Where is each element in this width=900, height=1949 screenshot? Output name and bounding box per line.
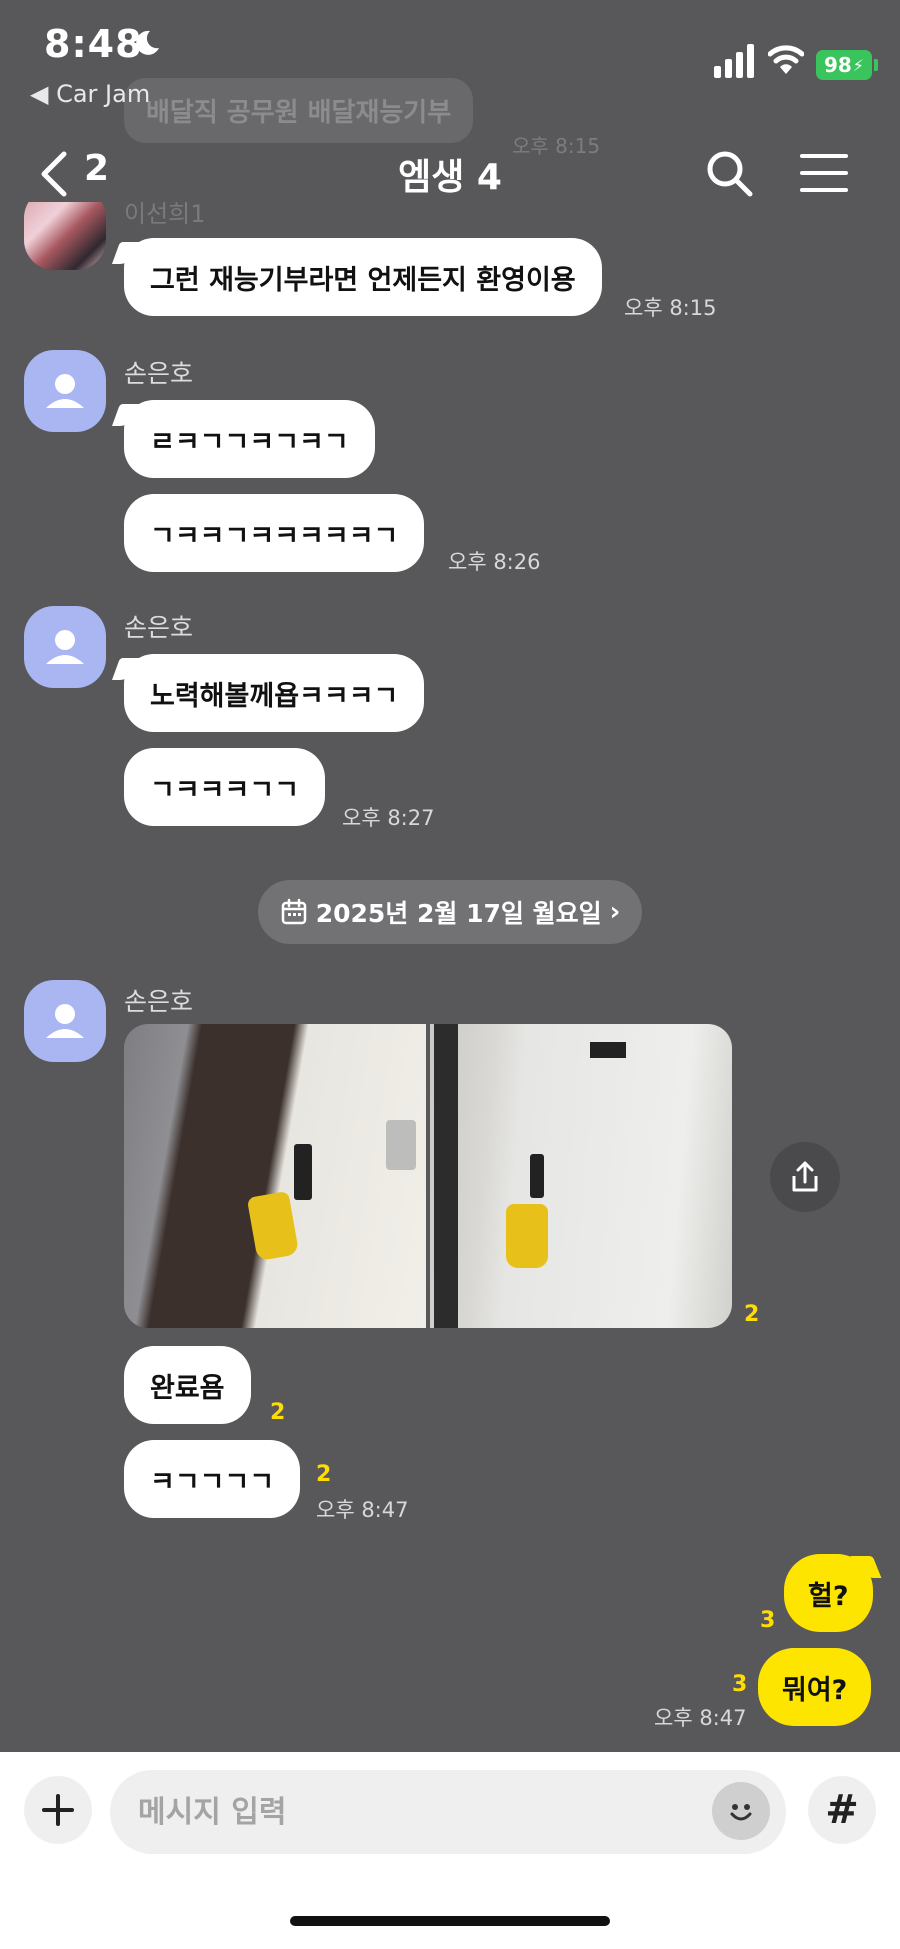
yellow-bag-shape — [506, 1204, 548, 1268]
share-button[interactable] — [770, 1142, 840, 1212]
battery-level: 98 — [823, 53, 852, 77]
date-divider[interactable]: 2025년 2월 17일 월요일 › — [258, 880, 642, 944]
message-bubble[interactable]: 노력해볼께욥ㅋㅋㅋㄱ — [124, 654, 425, 732]
sender-name: 손은호 — [124, 359, 194, 388]
moon-icon — [136, 30, 159, 55]
menu-icon[interactable] — [798, 152, 850, 194]
calendar-icon — [281, 898, 306, 925]
plus-icon — [42, 1794, 74, 1826]
signal-icon — [714, 44, 754, 78]
back-to-app-link[interactable]: ◀ Car Jam — [30, 80, 150, 108]
emoji-button[interactable] — [712, 1782, 770, 1840]
default-profile-icon — [46, 1004, 84, 1038]
emoji-icon — [730, 1804, 752, 1821]
search-icon[interactable] — [704, 148, 754, 198]
avatar[interactable] — [24, 606, 106, 688]
unread-count: 3 — [760, 1608, 776, 1633]
message-time: 오후 8:27 — [342, 806, 435, 830]
unread-count: 2 — [744, 1302, 760, 1327]
door-number-plate — [590, 1042, 626, 1058]
battery-tip — [874, 59, 878, 71]
faded-previous-message: 배달직 공무원 배달재능기부 — [124, 78, 474, 143]
message-time: 오후 8:15 — [624, 296, 717, 320]
message-time: 오후 8:47 — [316, 1498, 409, 1522]
message-bubble[interactable]: ㄱㅋㅋㅋㄱㄱ — [124, 748, 326, 826]
unread-count: 2 — [270, 1400, 286, 1425]
date-divider-label: 2025년 2월 17일 월요일 — [315, 899, 602, 928]
share-icon — [792, 1161, 818, 1192]
avatar[interactable] — [24, 980, 106, 1062]
message-bubble[interactable]: ㄱㅋㅋㄱㅋㅋㅋㅋㅋㄱ — [124, 494, 425, 572]
sender-name: 손은호 — [124, 987, 194, 1016]
hash-icon[interactable]: # — [808, 1776, 876, 1844]
door-frame-shape — [434, 1024, 458, 1328]
wifi-icon — [768, 45, 804, 74]
battery-indicator: 98 ⚡ — [816, 50, 872, 80]
default-profile-icon — [46, 630, 84, 664]
photo-message[interactable] — [124, 1024, 732, 1328]
my-message-bubble[interactable]: 헐? — [784, 1554, 873, 1632]
photo-door-left[interactable] — [124, 1024, 426, 1328]
charging-bolt-icon: ⚡ — [852, 55, 865, 75]
message-time: 오후 8:47 — [654, 1706, 747, 1730]
message-input[interactable] — [110, 1770, 786, 1854]
door-lock-shape — [530, 1154, 544, 1198]
intercom-shape — [386, 1120, 416, 1170]
message-bubble[interactable]: 완료욤 — [124, 1346, 251, 1424]
message-time: 오후 8:26 — [448, 550, 541, 574]
message-bubble[interactable]: ㅋㄱㄱㄱㄱ — [124, 1440, 301, 1518]
unread-count: 2 — [316, 1462, 332, 1487]
door-lock-shape — [294, 1144, 312, 1200]
status-time: 8:48 — [44, 22, 143, 66]
avatar[interactable] — [24, 202, 106, 270]
avatar[interactable] — [24, 350, 106, 432]
yellow-bag-shape — [246, 1190, 300, 1262]
message-bubble[interactable]: ㄹㅋㄱㄱㅋㄱㅋㄱ — [124, 400, 375, 478]
my-message-bubble[interactable]: 뭐여? — [758, 1648, 872, 1726]
photo-door-right[interactable] — [430, 1024, 732, 1328]
home-indicator — [290, 1916, 610, 1926]
unread-count: 3 — [732, 1672, 748, 1697]
default-profile-icon — [46, 374, 84, 408]
attach-button[interactable] — [24, 1776, 92, 1844]
sender-name: 손은호 — [124, 613, 194, 642]
chevron-right-icon: › — [609, 897, 621, 927]
message-bubble[interactable]: 그런 재능기부라면 언제든지 환영이용 — [124, 238, 602, 316]
chat-room-title: 엠생 4 — [398, 157, 502, 198]
